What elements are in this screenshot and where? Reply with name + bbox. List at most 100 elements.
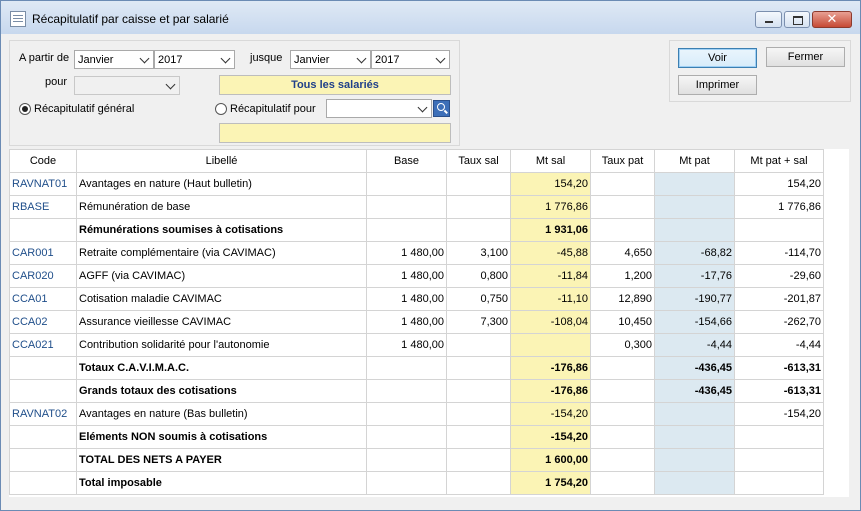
cell-label[interactable]: Total imposable [76,471,367,495]
header-mt-sal[interactable]: Mt sal [510,149,591,173]
cell-code[interactable] [9,356,77,380]
cell-label[interactable]: Avantages en nature (Bas bulletin) [76,402,367,426]
cell-base[interactable] [366,471,447,495]
cell-taux-pat[interactable] [590,471,655,495]
cell-mt-sal[interactable]: -154,20 [510,402,591,426]
header-code[interactable]: Code [9,149,77,173]
table-row[interactable]: RAVNAT02 Avantages en nature (Bas bulleti… [9,402,824,426]
cell-total[interactable]: -154,20 [734,402,824,426]
cell-base[interactable] [366,448,447,472]
cell-mt-sal[interactable]: -154,20 [510,425,591,449]
cell-mt-pat[interactable]: -436,45 [654,379,735,403]
cell-mt-pat[interactable] [654,471,735,495]
cell-total[interactable]: -262,70 [734,310,824,334]
cell-mt-pat[interactable]: -154,66 [654,310,735,334]
header-base[interactable]: Base [366,149,447,173]
cell-label[interactable]: Rémunérations soumises à cotisations [76,218,367,242]
cell-total[interactable] [734,425,824,449]
cell-mt-pat[interactable]: -68,82 [654,241,735,265]
cell-code[interactable] [9,379,77,403]
cell-code[interactable]: RAVNAT02 [9,402,77,426]
cell-label[interactable]: Retraite complémentaire (via CAVIMAC) [76,241,367,265]
cell-taux-pat[interactable] [590,402,655,426]
search-button[interactable] [433,100,450,117]
cell-taux-sal[interactable] [446,218,511,242]
cell-label[interactable]: Eléments NON soumis à cotisations [76,425,367,449]
cell-mt-sal[interactable] [510,333,591,357]
cell-base[interactable] [366,195,447,219]
table-row[interactable]: Total imposable 1 754,20 [9,471,824,495]
cell-code[interactable]: CAR020 [9,264,77,288]
cell-taux-pat[interactable]: 4,650 [590,241,655,265]
cell-label[interactable]: AGFF (via CAVIMAC) [76,264,367,288]
cell-base[interactable] [366,172,447,196]
cell-mt-pat[interactable] [654,218,735,242]
cell-taux-pat[interactable] [590,172,655,196]
table-row[interactable]: CCA021 Contribution solidarité pour l'aut… [9,333,824,357]
cell-mt-sal[interactable]: -45,88 [510,241,591,265]
cell-mt-pat[interactable] [654,425,735,449]
header-taux-sal[interactable]: Taux sal [446,149,511,173]
cell-label[interactable]: TOTAL DES NETS A PAYER [76,448,367,472]
cell-base[interactable] [366,402,447,426]
from-month-select[interactable]: Janvier [74,50,154,69]
cell-mt-sal[interactable]: 154,20 [510,172,591,196]
cell-total[interactable]: -29,60 [734,264,824,288]
cell-label[interactable]: Assurance vieillesse CAVIMAC [76,310,367,334]
cell-taux-pat[interactable]: 0,300 [590,333,655,357]
cell-mt-sal[interactable]: 1 776,86 [510,195,591,219]
cell-taux-sal[interactable]: 7,300 [446,310,511,334]
radio-general[interactable] [19,103,31,115]
cell-code[interactable] [9,448,77,472]
table-row[interactable]: RBASE Rémunération de base 1 776,86 1 776,8… [9,195,824,219]
print-button[interactable]: Imprimer [678,75,757,95]
cell-taux-sal[interactable]: 0,750 [446,287,511,311]
cell-label[interactable]: Avantages en nature (Haut bulletin) [76,172,367,196]
table-row[interactable]: RAVNAT01 Avantages en nature (Haut bullet… [9,172,824,196]
cell-base[interactable] [366,356,447,380]
cell-label[interactable]: Cotisation maladie CAVIMAC [76,287,367,311]
cell-taux-sal[interactable] [446,356,511,380]
cell-total[interactable]: 154,20 [734,172,824,196]
radio-for[interactable] [215,103,227,115]
table-row[interactable]: CAR001 Retraite complémentaire (via CAVIM… [9,241,824,265]
cell-label[interactable]: Rémunération de base [76,195,367,219]
cell-taux-sal[interactable] [446,333,511,357]
cell-code[interactable] [9,218,77,242]
cell-total[interactable]: -613,31 [734,356,824,380]
table-row[interactable]: Rémunérations soumises à cotisations 1 93… [9,218,824,242]
minimize-button[interactable] [755,11,782,28]
cell-code[interactable]: CCA02 [9,310,77,334]
close-window-button[interactable]: ✕ [812,11,852,28]
cell-taux-sal[interactable] [446,425,511,449]
selection-field[interactable] [219,123,451,143]
cell-taux-pat[interactable] [590,218,655,242]
maximize-button[interactable] [784,11,810,28]
table-row[interactable]: TOTAL DES NETS A PAYER 1 600,00 [9,448,824,472]
cell-mt-pat[interactable] [654,172,735,196]
cell-taux-pat[interactable]: 12,890 [590,287,655,311]
cell-total[interactable] [734,471,824,495]
cell-taux-pat[interactable] [590,379,655,403]
cell-total[interactable]: -4,44 [734,333,824,357]
recap-for-select[interactable] [326,99,432,118]
cell-code[interactable] [9,425,77,449]
cell-taux-sal[interactable] [446,379,511,403]
cell-mt-pat[interactable] [654,402,735,426]
view-button[interactable]: Voir [678,48,757,68]
header-total[interactable]: Mt pat + sal [734,149,824,173]
cell-taux-pat[interactable]: 1,200 [590,264,655,288]
table-row[interactable]: CCA01 Cotisation maladie CAVIMAC 1 480,00 0… [9,287,824,311]
from-year-select[interactable]: 2017 [154,50,235,69]
table-row[interactable]: Totaux C.A.V.I.M.A.C. -176,86 -436,45 -613,… [9,356,824,380]
cell-mt-sal[interactable]: 1 754,20 [510,471,591,495]
cell-label[interactable]: Grands totaux des cotisations [76,379,367,403]
cell-total[interactable]: -613,31 [734,379,824,403]
cell-taux-pat[interactable] [590,448,655,472]
cell-taux-pat[interactable]: 10,450 [590,310,655,334]
cell-code[interactable]: CAR001 [9,241,77,265]
for-select[interactable] [74,76,180,95]
table-row[interactable]: CAR020 AGFF (via CAVIMAC) 1 480,00 0,800 -11… [9,264,824,288]
employees-field[interactable]: Tous les salariés [219,75,451,95]
header-mt-pat[interactable]: Mt pat [654,149,735,173]
